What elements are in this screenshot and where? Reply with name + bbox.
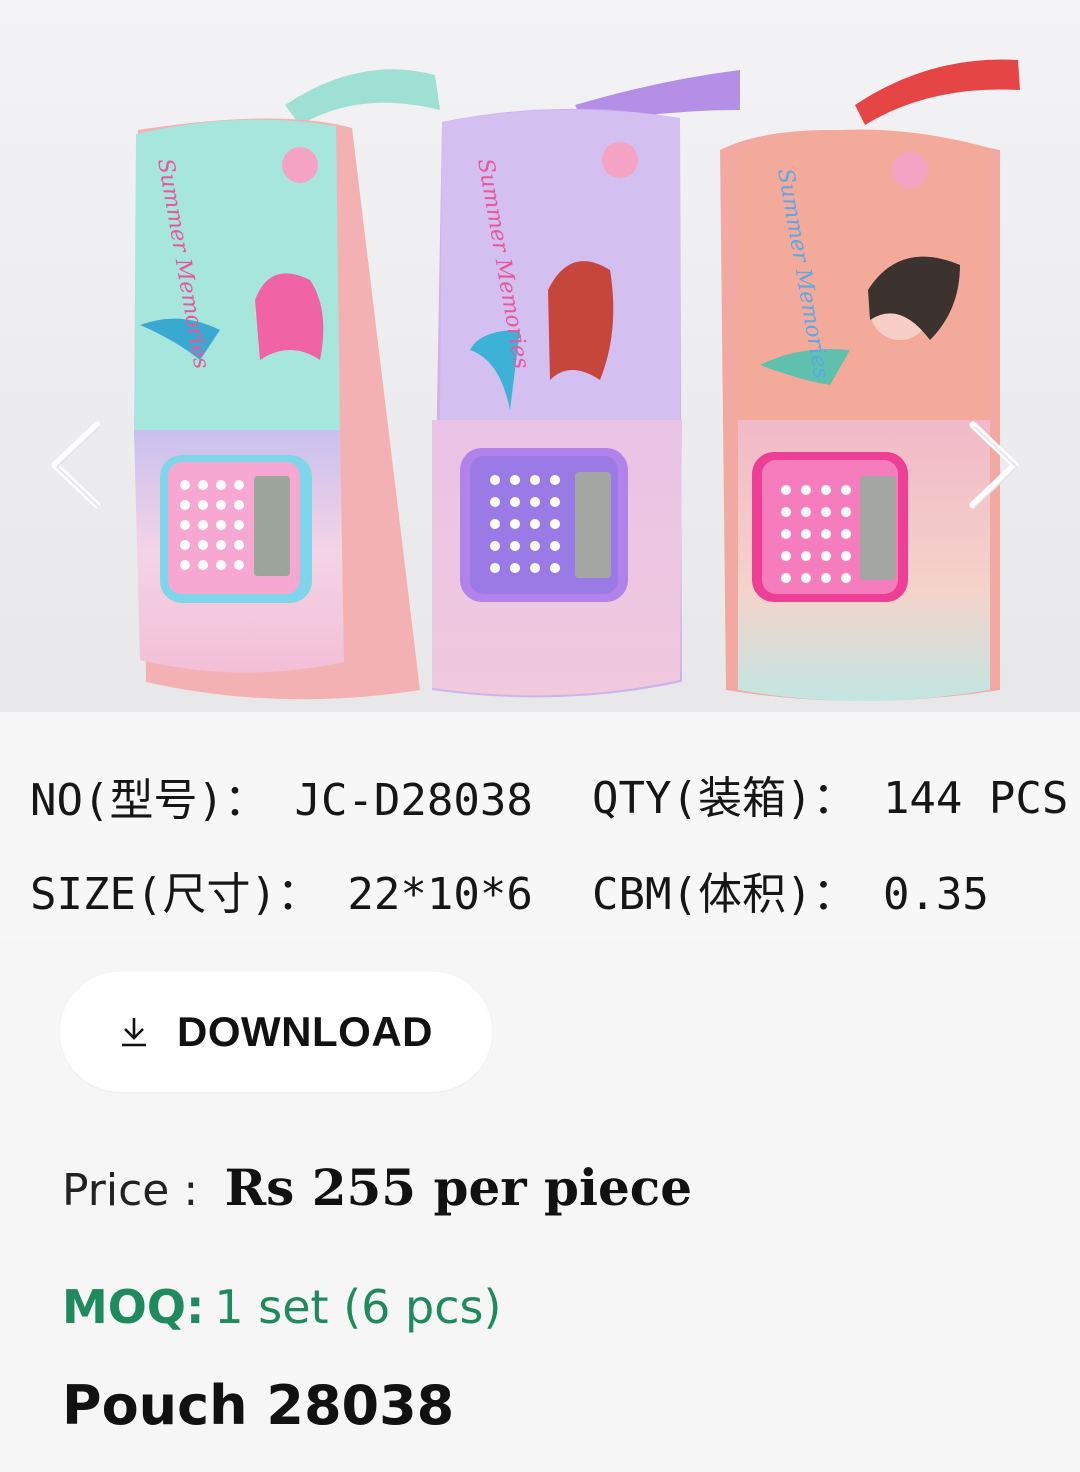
carousel-prev-button[interactable] [40,410,110,520]
spec-size: SIZE(尺寸)： 22*10*6 [30,869,533,920]
download-button[interactable]: DOWNLOAD [60,972,492,1092]
product-image-carousel[interactable]: Summer Memories Summer Memories Summer M… [0,0,1080,712]
chevron-right-icon [969,421,1019,509]
product-title: Pouch 28038 [62,1374,455,1437]
spec-qty: QTY(装箱)： 144 PCS [592,773,1069,824]
price-label: Price : [62,1165,199,1216]
price-value: Rs 255 per piece [224,1158,693,1217]
spec-cbm: CBM(体积)： 0.35 [592,869,989,920]
spec-model-no: NO(型号)： JC-D28038 [30,775,533,826]
download-label: DOWNLOAD [177,1008,433,1055]
pouch-peach [720,59,1020,701]
product-photo: Summer Memories Summer Memories Summer M… [134,59,1020,701]
carousel-next-button[interactable] [960,410,1030,520]
chevron-left-icon [51,421,101,509]
product-specs: NO(型号)： JC-D28038 QTY(装箱)： 144 PCS SIZE(… [0,712,1080,940]
pouch-teal [134,69,440,700]
moq-value: 1 set (6 pcs) [214,1280,502,1334]
price-row: Price : Rs 255 per piece [62,1158,692,1217]
moq-row: MOQ: 1 set (6 pcs) [62,1280,501,1334]
download-icon [122,1018,147,1047]
moq-label: MOQ: [62,1280,205,1334]
